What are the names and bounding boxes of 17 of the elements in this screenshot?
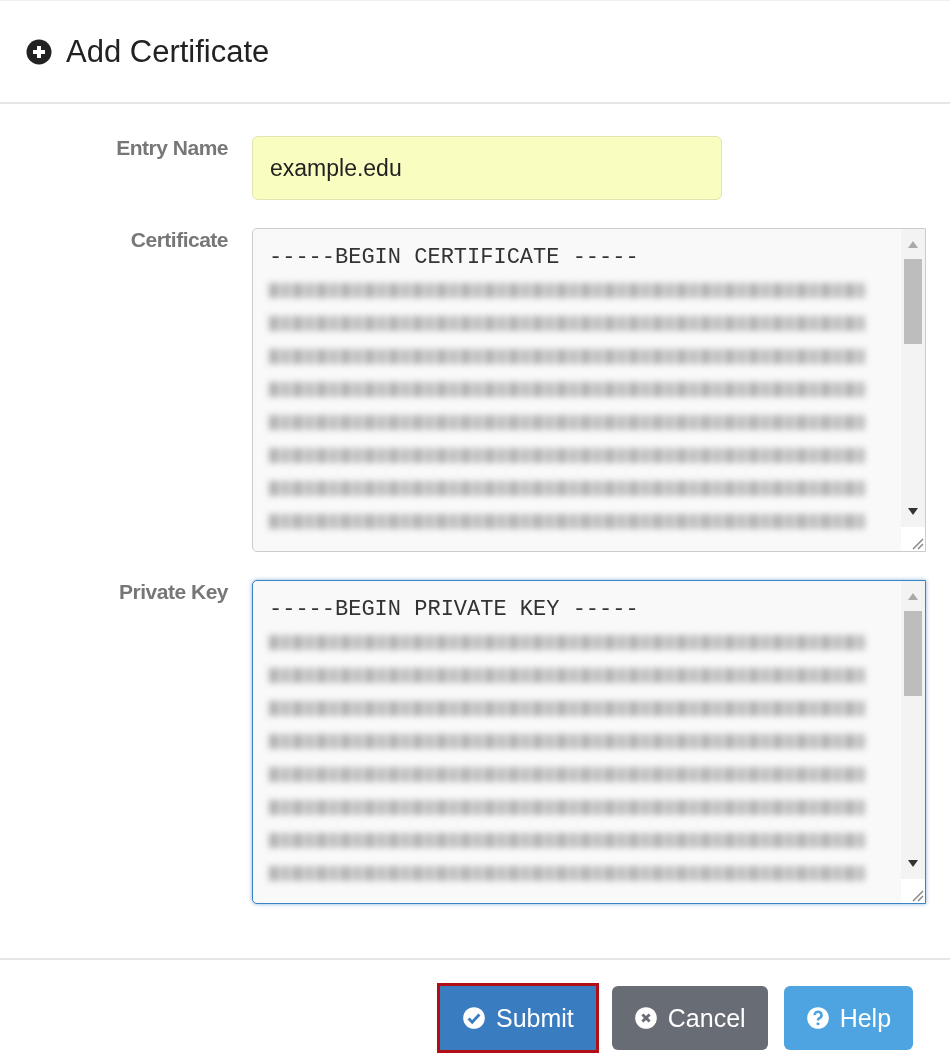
field-label: Certificate (129, 228, 229, 252)
secondary-button[interactable]: Cancel (611, 986, 768, 1050)
scrollbar-drawing[interactable] (901, 229, 925, 551)
field-label: Private Key (118, 580, 229, 604)
scrollbar-drawing[interactable] (901, 581, 925, 903)
text-area-text: -----BEGIN PRIVATE KEY ----- (269, 596, 640, 624)
text-area-field[interactable]: -----BEGIN CERTIFICATE ----- (252, 228, 926, 552)
text-area-text: -----BEGIN CERTIFICATE ----- (269, 244, 640, 272)
text-input-field[interactable]: example.edu (252, 136, 722, 200)
primary-button[interactable]: Submit (440, 986, 596, 1050)
text-area-field[interactable]: -----BEGIN PRIVATE KEY ----- (252, 580, 926, 904)
close-circle-icon (633, 1006, 658, 1030)
plus-circle-icon (26, 38, 52, 65)
check-circle-icon (462, 1006, 486, 1030)
field-label: Entry Name (115, 136, 229, 160)
help-circle-icon (805, 1006, 830, 1030)
dialog-title: Add Certificate (66, 33, 270, 70)
